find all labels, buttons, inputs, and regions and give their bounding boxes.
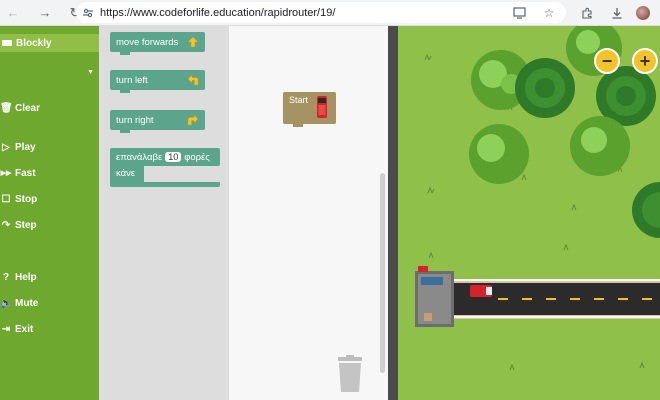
- url-text: https://www.codeforlife.education/rapidr…: [100, 6, 336, 19]
- block-turn-left[interactable]: turn left: [110, 70, 205, 93]
- blockly-icon: [2, 40, 12, 46]
- blockly-workspace[interactable]: [229, 26, 388, 400]
- address-bar[interactable]: https://www.codeforlife.education/rapidr…: [76, 2, 566, 23]
- repeat-do-text: κάνε: [116, 167, 136, 179]
- download-icon[interactable]: [606, 2, 628, 24]
- help-button[interactable]: ? Help: [0, 269, 37, 285]
- stop-label: Stop: [15, 193, 38, 205]
- delivery-van: [470, 285, 492, 297]
- exit-label: Exit: [15, 323, 34, 335]
- clear-button[interactable]: 🗑 Clear: [0, 100, 40, 116]
- van-icon: [317, 96, 327, 118]
- step-label: Step: [15, 219, 37, 231]
- fast-forward-icon: ▶▶: [0, 170, 12, 177]
- block-label: move forwards: [116, 36, 179, 48]
- map-scene: [415, 26, 660, 371]
- stop-button[interactable]: ☐ Stop: [0, 191, 38, 207]
- tree-pine-edge: [632, 182, 660, 238]
- block-toolbox: move forwards turn left turn right επανά…: [99, 26, 229, 400]
- play-icon: ▷: [2, 141, 10, 153]
- left-menu: Blockly ▼ 🗑 Clear ▷ Play ▶▶ Fast ☐ Stop …: [0, 26, 99, 400]
- browser-toolbar: ← → ↻ https://www.codeforlife.education/…: [0, 0, 660, 26]
- block-move-forwards[interactable]: move forwards: [110, 32, 205, 55]
- help-label: Help: [15, 271, 37, 283]
- forward-arrow-icon[interactable]: →: [34, 2, 56, 24]
- fast-button[interactable]: ▶▶ Fast: [0, 165, 36, 181]
- site-settings-icon[interactable]: [82, 7, 94, 19]
- play-button[interactable]: ▷ Play: [0, 139, 36, 155]
- step-icon: ↷: [1, 219, 11, 231]
- fast-label: Fast: [15, 167, 36, 179]
- workspace-scrollbar[interactable]: [380, 173, 385, 373]
- back-arrow-icon[interactable]: ←: [2, 2, 24, 24]
- chevron-down-icon[interactable]: ▼: [87, 69, 94, 76]
- extensions-icon[interactable]: [576, 2, 598, 24]
- repeat-prefix: επανάλαβε: [116, 151, 163, 163]
- block-label: turn left: [116, 74, 148, 86]
- bookmark-star-icon[interactable]: ☆: [538, 2, 560, 24]
- repeat-suffix: φορές: [184, 151, 210, 163]
- block-repeat[interactable]: επανάλαβε 10 φορές κάνε: [110, 148, 220, 187]
- help-icon: ?: [2, 271, 10, 283]
- profile-avatar[interactable]: [636, 6, 650, 20]
- arrow-up-icon: [187, 36, 199, 48]
- mute-button[interactable]: 🔈 Mute: [0, 295, 38, 311]
- turn-right-arrow-icon: [187, 114, 199, 126]
- trash-icon: 🗑: [0, 102, 13, 114]
- mute-label: Mute: [15, 297, 39, 309]
- turn-left-arrow-icon: [187, 74, 199, 86]
- play-label: Play: [15, 141, 36, 153]
- speaker-icon: 🔈: [0, 297, 13, 309]
- start-block[interactable]: Start: [283, 92, 336, 127]
- tree-pine: [515, 58, 575, 118]
- panel-divider[interactable]: [388, 26, 398, 400]
- clear-label: Clear: [15, 102, 41, 114]
- game-map[interactable]: − +: [398, 26, 660, 400]
- block-turn-right[interactable]: turn right: [110, 110, 205, 133]
- blockly-label: Blockly: [16, 37, 52, 49]
- zoom-out-icon: −: [601, 50, 613, 71]
- exit-button[interactable]: ⇥ Exit: [0, 321, 34, 337]
- zoom-in-icon: +: [639, 50, 651, 71]
- zoom-out-button[interactable]: −: [594, 48, 620, 74]
- trash-can-icon[interactable]: [336, 355, 364, 393]
- blockly-tab[interactable]: Blockly: [0, 34, 99, 52]
- start-label: Start: [289, 95, 309, 105]
- step-button[interactable]: ↷ Step: [0, 217, 37, 233]
- exit-icon: ⇥: [1, 323, 11, 335]
- repeat-count-field[interactable]: 10: [165, 152, 182, 162]
- stop-icon: ☐: [1, 193, 11, 205]
- tree-bush-mid: [469, 124, 529, 184]
- zoom-in-button[interactable]: +: [632, 48, 658, 74]
- block-label: turn right: [116, 114, 154, 126]
- install-app-icon[interactable]: [508, 2, 530, 24]
- tree-bush-right: [570, 116, 630, 176]
